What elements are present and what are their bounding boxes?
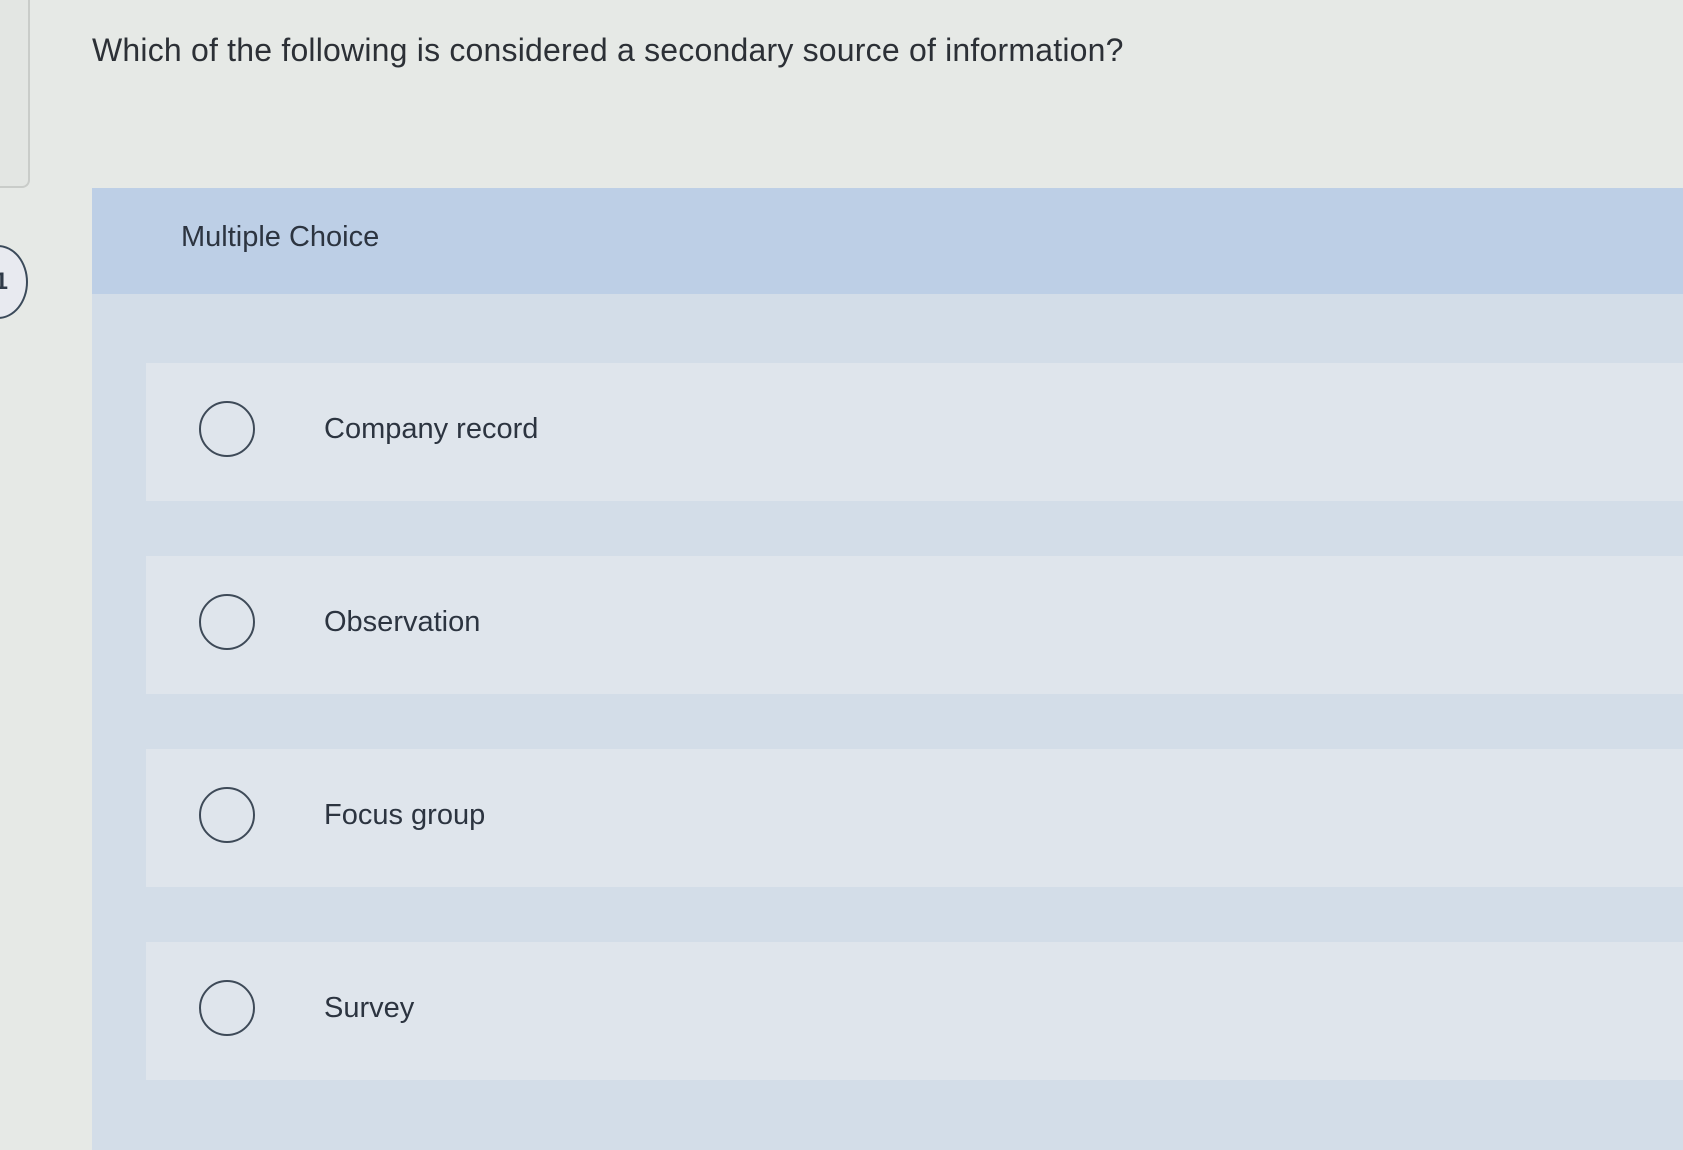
option-focus-group[interactable]: Focus group xyxy=(146,749,1683,887)
option-label: Company record xyxy=(324,413,539,445)
question-number: 1 xyxy=(0,268,8,295)
radio-button[interactable] xyxy=(199,594,255,650)
question-text: Which of the following is considered a s… xyxy=(92,32,1124,68)
option-label: Focus group xyxy=(324,799,486,831)
question-type-label: Multiple Choice xyxy=(181,221,380,253)
option-company-record[interactable]: Company record xyxy=(146,363,1683,501)
radio-button[interactable] xyxy=(199,401,255,457)
option-observation[interactable]: Observation xyxy=(146,556,1683,694)
radio-button[interactable] xyxy=(199,787,255,843)
option-label: Observation xyxy=(324,606,481,638)
option-survey[interactable]: Survey xyxy=(146,942,1683,1080)
question-number-badge: 1 xyxy=(0,245,28,319)
panel-header: Multiple Choice xyxy=(92,188,1683,294)
option-label: Survey xyxy=(324,992,415,1024)
answer-panel: Multiple Choice Company record Observati… xyxy=(92,188,1683,1150)
radio-button[interactable] xyxy=(199,980,255,1036)
left-sidebar-edge xyxy=(0,0,30,188)
